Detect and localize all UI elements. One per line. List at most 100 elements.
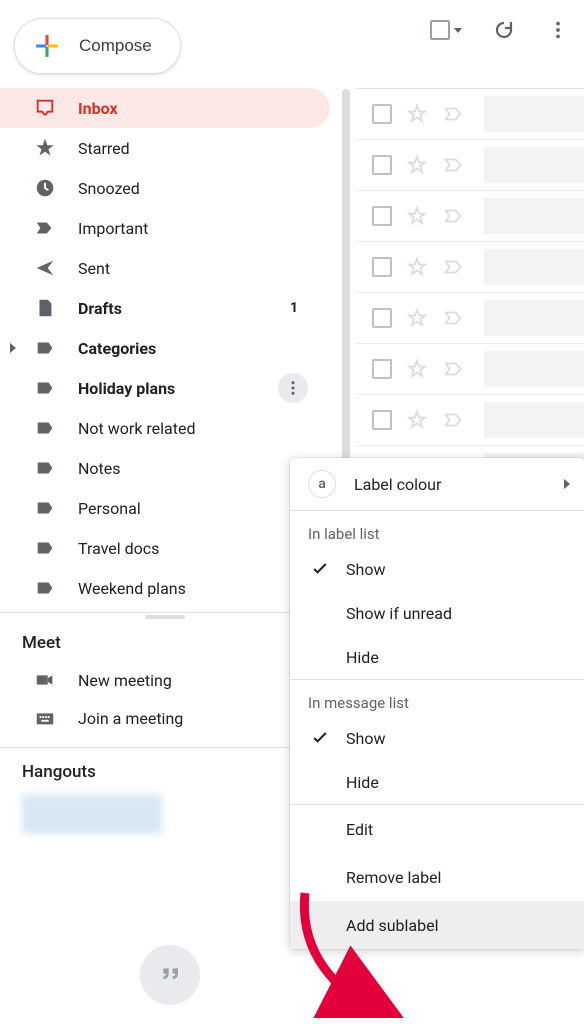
menu-option-hide[interactable]: Hide (290, 760, 584, 804)
important-icon[interactable] (442, 205, 466, 227)
sidebar-item-label: Inbox (78, 99, 316, 118)
row-checkbox[interactable] (372, 410, 392, 430)
sidebar-item-label: Notes (78, 459, 316, 478)
menu-action-label: Add sublabel (346, 916, 438, 935)
hangouts-fab[interactable] (140, 945, 200, 1005)
label-colour-icon: a (308, 470, 336, 498)
important-icon (34, 217, 56, 239)
message-preview (484, 96, 584, 132)
message-row[interactable] (356, 89, 584, 140)
menu-option-show[interactable]: Show (290, 716, 584, 760)
check-icon (310, 728, 330, 748)
label-icon (34, 577, 56, 599)
sidebar-item-holiday-plans[interactable]: Holiday plans (0, 368, 330, 408)
star-icon[interactable] (406, 103, 428, 125)
drafts-icon (34, 297, 56, 319)
sent-icon (34, 257, 56, 279)
hangouts-user[interactable] (22, 794, 162, 834)
row-checkbox[interactable] (372, 359, 392, 379)
sidebar-item-personal[interactable]: Personal (0, 488, 330, 528)
row-checkbox[interactable] (372, 104, 392, 124)
sidebar-item-label: Sent (78, 259, 316, 278)
sidebar-item-important[interactable]: Important (0, 208, 330, 248)
label-icon (34, 497, 56, 519)
sidebar-item-categories[interactable]: Categories (0, 328, 330, 368)
message-row[interactable] (356, 293, 584, 344)
row-checkbox[interactable] (372, 206, 392, 226)
menu-label-colour[interactable]: a Label colour (290, 458, 584, 510)
sidebar-item-snoozed[interactable]: Snoozed (0, 168, 330, 208)
important-icon[interactable] (442, 358, 466, 380)
checkbox-icon (430, 20, 450, 40)
message-row[interactable] (356, 395, 584, 446)
message-row[interactable] (356, 191, 584, 242)
label-icon (34, 377, 56, 399)
sidebar-item-weekend-plans[interactable]: Weekend plans (0, 568, 330, 608)
sidebar-item-notes[interactable]: Notes (0, 448, 330, 488)
message-list (356, 88, 584, 497)
important-icon[interactable] (442, 307, 466, 329)
more-button[interactable] (546, 18, 570, 42)
important-icon[interactable] (442, 103, 466, 125)
menu-option-hide[interactable]: Hide (290, 635, 584, 679)
sidebar-item-label: Personal (78, 499, 316, 518)
star-icon[interactable] (406, 409, 428, 431)
message-preview (484, 402, 584, 438)
caret-right-icon (10, 343, 16, 353)
menu-option-show-if-unread[interactable]: Show if unread (290, 591, 584, 635)
important-icon[interactable] (442, 256, 466, 278)
menu-option-show[interactable]: Show (290, 547, 584, 591)
select-all-checkbox[interactable] (430, 20, 462, 40)
menu-action-add-sublabel[interactable]: Add sublabel (290, 901, 584, 949)
row-checkbox[interactable] (372, 155, 392, 175)
star-icon[interactable] (406, 256, 428, 278)
row-checkbox[interactable] (372, 308, 392, 328)
message-preview (484, 300, 584, 336)
label-more-button[interactable] (278, 373, 308, 403)
star-icon[interactable] (406, 205, 428, 227)
message-row[interactable] (356, 242, 584, 293)
message-row[interactable] (356, 140, 584, 191)
star-icon[interactable] (406, 307, 428, 329)
caret-down-icon (454, 28, 462, 33)
sidebar-item-starred[interactable]: Starred (0, 128, 330, 168)
menu-option-label: Show (346, 560, 385, 579)
menu-heading-label-list: In label list (290, 511, 584, 547)
plus-icon (33, 32, 61, 60)
menu-action-edit[interactable]: Edit (290, 805, 584, 853)
menu-action-remove-label[interactable]: Remove label (290, 853, 584, 901)
menu-option-label: Show if unread (346, 604, 452, 623)
sidebar-item-sent[interactable]: Sent (0, 248, 330, 288)
meet-item-join-a-meeting[interactable]: Join a meeting (0, 699, 330, 737)
sidebar-item-label: Drafts (78, 299, 268, 318)
menu-action-label: Remove label (346, 868, 441, 887)
important-icon[interactable] (442, 154, 466, 176)
sidebar-item-label: Snoozed (78, 179, 316, 198)
refresh-button[interactable] (492, 18, 516, 42)
message-preview (484, 351, 584, 387)
label-icon (34, 417, 56, 439)
scrollbar[interactable] (342, 89, 350, 497)
meet-item-new-meeting[interactable]: New meeting (0, 661, 330, 699)
sidebar-item-travel-docs[interactable]: Travel docs (0, 528, 330, 568)
sidebar-item-label: Categories (78, 339, 316, 358)
toolbar (430, 18, 570, 42)
message-preview (484, 249, 584, 285)
menu-action-label: Edit (346, 820, 373, 839)
clock-icon (34, 177, 56, 199)
important-icon[interactable] (442, 409, 466, 431)
compose-button[interactable]: Compose (14, 18, 181, 74)
sidebar-item-inbox[interactable]: Inbox (0, 88, 330, 128)
meet-title: Meet (0, 619, 330, 661)
sidebar-item-drafts[interactable]: Drafts1 (0, 288, 330, 328)
star-icon[interactable] (406, 358, 428, 380)
message-row[interactable] (356, 344, 584, 395)
meet-item-label: New meeting (78, 671, 172, 690)
star-icon[interactable] (406, 154, 428, 176)
sidebar-item-not-work-related[interactable]: Not work related (0, 408, 330, 448)
label-icon (34, 537, 56, 559)
sidebar-item-label: Important (78, 219, 316, 238)
row-checkbox[interactable] (372, 257, 392, 277)
label-icon (34, 337, 56, 359)
video-icon (34, 669, 56, 691)
